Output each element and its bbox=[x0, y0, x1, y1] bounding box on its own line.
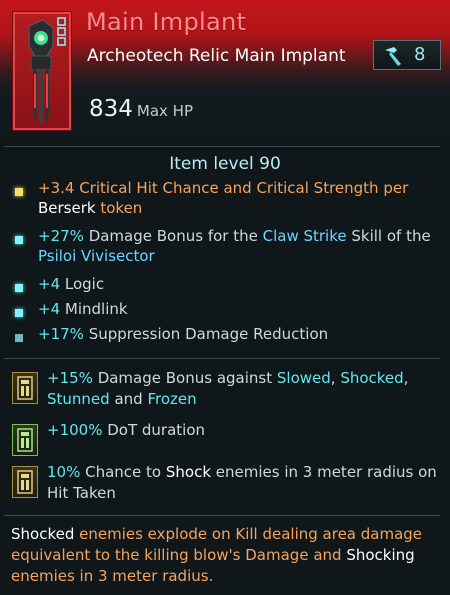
text-segment: Skill of the bbox=[346, 227, 431, 245]
text-segment: Mindlink bbox=[60, 300, 128, 318]
affix-text: +27% Damage Bonus for the Claw Strike Sk… bbox=[38, 227, 431, 265]
text-segment: +3.4 bbox=[38, 179, 80, 197]
text-segment: 10% bbox=[47, 463, 81, 481]
text-segment: +4 bbox=[38, 300, 61, 318]
text-segment: token bbox=[95, 199, 143, 217]
item-tooltip: Main Implant Archeotech Relic Main Impla… bbox=[0, 0, 450, 595]
text-segment: Frozen bbox=[147, 390, 197, 408]
text-segment: and bbox=[109, 390, 148, 408]
text-segment: +27% bbox=[38, 227, 84, 245]
affix-bullet-icon bbox=[15, 236, 23, 244]
affix-row: +17% Suppression Damage Reduction bbox=[0, 324, 440, 344]
text-segment: , bbox=[403, 369, 409, 387]
divider bbox=[4, 146, 440, 147]
max-hp-value: 834 bbox=[89, 96, 133, 122]
text-segment: Logic bbox=[60, 275, 105, 293]
item-power-box: 8 bbox=[373, 40, 441, 70]
affix-bullet-icon bbox=[15, 284, 23, 292]
implant-slot-icon bbox=[12, 424, 38, 456]
implant-affix-row: +100% DoT duration bbox=[0, 420, 445, 456]
unique-effect-text: Shocked enemies explode on Kill dealing … bbox=[11, 524, 443, 587]
affix-bullet-icon bbox=[15, 188, 23, 196]
tooltip-header: Main Implant Archeotech Relic Main Impla… bbox=[0, 0, 450, 146]
text-segment: Berserk bbox=[38, 199, 96, 217]
hammer-icon bbox=[381, 45, 405, 71]
text-segment: Shocking bbox=[346, 546, 415, 564]
affix-text: +17% Suppression Damage Reduction bbox=[38, 325, 328, 343]
item-level: Item level 90 bbox=[169, 154, 281, 174]
affix-row: +4 Mindlink bbox=[0, 299, 440, 319]
text-segment: +4 bbox=[38, 275, 61, 293]
implant-affix-text: +15% Damage Bonus against Slowed, Shocke… bbox=[47, 369, 408, 408]
text-segment: Damage Bonus for the bbox=[83, 227, 263, 245]
text-segment: enemies in 3 meter radius. bbox=[11, 567, 214, 585]
max-hp-stat: 834 Max HP bbox=[89, 96, 193, 122]
implant-affix-text: 10% Chance to Shock enemies in 3 meter r… bbox=[47, 463, 437, 502]
implant-affix-text: +100% DoT duration bbox=[47, 421, 205, 439]
text-segment: Stunned bbox=[47, 390, 110, 408]
max-hp-label: Max HP bbox=[136, 102, 194, 120]
text-segment: Shocked bbox=[340, 369, 404, 387]
text-segment: Damage Bonus against bbox=[92, 369, 277, 387]
text-segment: Suppression Damage Reduction bbox=[83, 325, 329, 343]
implant-relic-icon bbox=[13, 12, 71, 130]
affix-row: +4 Logic bbox=[0, 274, 440, 294]
text-segment: Slowed bbox=[276, 369, 331, 387]
text-segment: +15% bbox=[47, 369, 93, 387]
implant-affix-row: +15% Damage Bonus against Slowed, Shocke… bbox=[0, 368, 445, 410]
text-segment: +100% bbox=[47, 421, 103, 439]
affix-bullet-icon bbox=[15, 309, 23, 317]
affix-text: +4 Mindlink bbox=[38, 300, 128, 318]
divider bbox=[4, 358, 440, 359]
affix-bullet-icon bbox=[15, 334, 23, 342]
implant-slot-icon bbox=[12, 466, 38, 498]
implant-affix-row: 10% Chance to Shock enemies in 3 meter r… bbox=[0, 462, 445, 504]
affix-row: +27% Damage Bonus for the Claw Strike Sk… bbox=[0, 226, 440, 266]
text-segment: Claw Strike bbox=[262, 227, 347, 245]
item-power-value: 8 bbox=[414, 44, 426, 65]
text-segment: +17% bbox=[38, 325, 84, 343]
affix-text: +3.4 Critical Hit Chance and Critical St… bbox=[38, 179, 408, 217]
affix-row: +3.4 Critical Hit Chance and Critical St… bbox=[0, 178, 440, 218]
text-segment: Shocked bbox=[11, 525, 75, 543]
text-segment: Shock bbox=[165, 463, 212, 481]
item-name: Main Implant bbox=[86, 8, 247, 36]
divider bbox=[4, 515, 440, 516]
implant-slot-icon bbox=[12, 372, 38, 404]
text-segment: Chance to bbox=[80, 463, 166, 481]
text-segment: DoT duration bbox=[102, 421, 205, 439]
affix-text: +4 Logic bbox=[38, 275, 104, 293]
text-segment: Psiloi Vivisector bbox=[38, 247, 155, 265]
text-segment: Critical Hit Chance and Critical Strengt… bbox=[79, 179, 409, 197]
text-segment: , bbox=[330, 369, 341, 387]
item-type-line: Archeotech Relic Main Implant bbox=[87, 46, 346, 66]
